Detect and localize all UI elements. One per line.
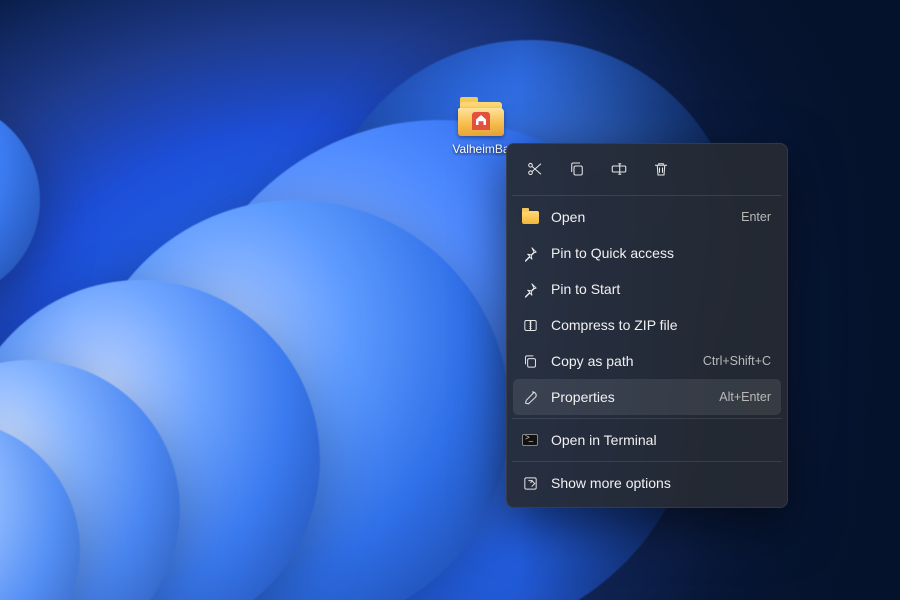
folder-open-icon — [521, 208, 539, 226]
menu-item-label: Show more options — [551, 475, 771, 491]
menu-item-accelerator: Alt+Enter — [719, 390, 771, 404]
menu-item-copy-as-path[interactable]: Copy as path Ctrl+Shift+C — [513, 343, 781, 379]
rename-icon — [610, 160, 628, 178]
copy-path-icon — [521, 352, 539, 370]
menu-item-label: Open — [551, 209, 729, 225]
menu-item-label: Pin to Quick access — [551, 245, 771, 261]
menu-item-label: Open in Terminal — [551, 432, 771, 448]
wrench-icon — [521, 388, 539, 406]
delete-button[interactable] — [643, 152, 679, 186]
menu-item-pin-quick-access[interactable]: Pin to Quick access — [513, 235, 781, 271]
menu-item-open-terminal[interactable]: Open in Terminal — [513, 422, 781, 458]
menu-item-pin-start[interactable]: Pin to Start — [513, 271, 781, 307]
cut-button[interactable] — [517, 152, 553, 186]
pin-icon — [521, 280, 539, 298]
folder-icon — [458, 100, 504, 138]
menu-item-properties[interactable]: Properties Alt+Enter — [513, 379, 781, 415]
desktop-folder-label: ValheimBa — [452, 142, 509, 156]
zip-icon — [521, 316, 539, 334]
copy-button[interactable] — [559, 152, 595, 186]
menu-item-label: Compress to ZIP file — [551, 317, 771, 333]
menu-item-show-more-options[interactable]: Show more options — [513, 465, 781, 501]
menu-item-open[interactable]: Open Enter — [513, 199, 781, 235]
menu-item-compress-zip[interactable]: Compress to ZIP file — [513, 307, 781, 343]
separator — [512, 461, 782, 462]
separator — [512, 418, 782, 419]
pin-icon — [521, 244, 539, 262]
scissors-icon — [526, 160, 544, 178]
menu-item-label: Pin to Start — [551, 281, 771, 297]
terminal-icon — [521, 431, 539, 449]
more-options-icon — [521, 474, 539, 492]
context-toolbar — [513, 150, 781, 192]
trash-icon — [652, 160, 670, 178]
rename-button[interactable] — [601, 152, 637, 186]
separator — [512, 195, 782, 196]
context-menu: Open Enter Pin to Quick access Pin to St… — [506, 143, 788, 508]
menu-item-label: Properties — [551, 389, 707, 405]
menu-item-label: Copy as path — [551, 353, 691, 369]
menu-item-accelerator: Enter — [741, 210, 771, 224]
menu-item-accelerator: Ctrl+Shift+C — [703, 354, 771, 368]
copy-icon — [568, 160, 586, 178]
